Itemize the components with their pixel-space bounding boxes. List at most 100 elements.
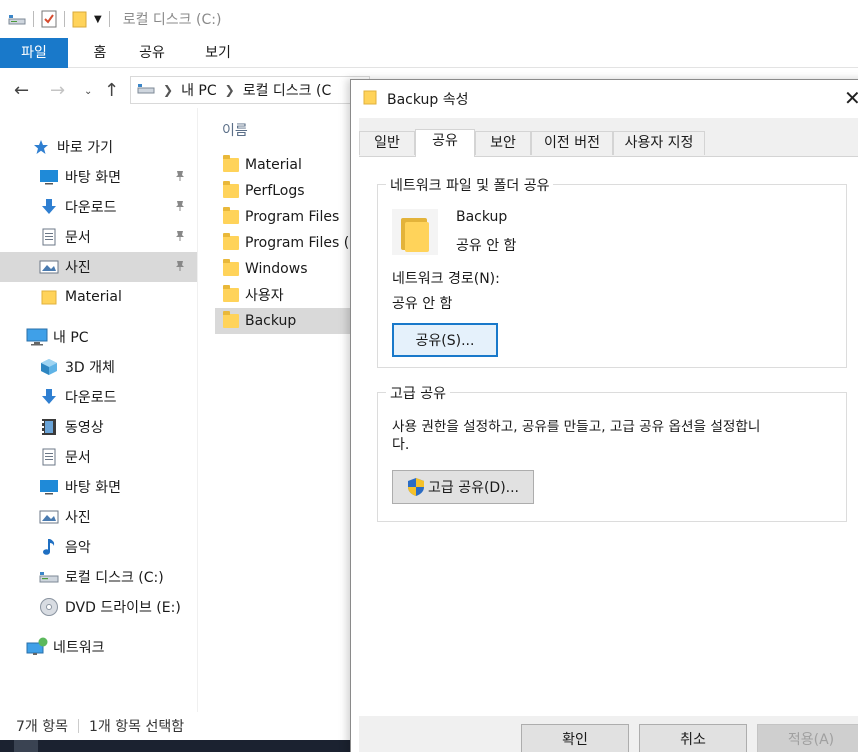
pane-divider[interactable] xyxy=(197,108,198,712)
nav-item-documents-pc[interactable]: 문서 xyxy=(0,442,197,472)
new-folder-icon[interactable] xyxy=(72,10,88,28)
pin-icon[interactable] xyxy=(174,200,186,216)
drive-icon xyxy=(137,81,155,99)
advanced-description-cont: 다. xyxy=(392,437,410,453)
file-row-selected[interactable]: Backup xyxy=(215,308,355,334)
network-sharing-group: 네트워크 파일 및 폴더 공유 Backup 공유 안 함 네트워크 경로(N)… xyxy=(377,175,847,368)
file-row[interactable]: Program Files xyxy=(215,204,355,230)
pin-icon[interactable] xyxy=(174,260,186,276)
sharing-tab-panel: 네트워크 파일 및 폴더 공유 Backup 공유 안 함 네트워크 경로(N)… xyxy=(359,156,858,716)
nav-network[interactable]: 네트워크 xyxy=(0,632,197,662)
recent-locations-chevron-icon[interactable]: ⌄ xyxy=(84,86,92,97)
nav-label: DVD 드라이브 (E:) xyxy=(65,600,181,616)
cancel-button[interactable]: 취소 xyxy=(639,724,747,752)
close-icon[interactable]: ✕ xyxy=(844,86,858,110)
file-row[interactable]: Program Files ( xyxy=(215,230,355,256)
column-header-name[interactable]: 이름 xyxy=(222,120,248,140)
pictures-icon xyxy=(38,506,60,528)
up-arrow-icon[interactable]: ↑ xyxy=(104,80,119,101)
file-row[interactable]: PerfLogs xyxy=(215,178,355,204)
ribbon-tab-file[interactable]: 파일 xyxy=(0,38,68,68)
advanced-description: 사용 권한을 설정하고, 공유를 만들고, 고급 공유 옵션을 설정합니 xyxy=(392,419,761,435)
nav-item-desktop-pc[interactable]: 바탕 화면 xyxy=(0,472,197,502)
file-row[interactable]: 사용자 xyxy=(215,282,355,308)
status-bar: 7개 항목 1개 항목 선택함 xyxy=(0,712,350,740)
document-icon xyxy=(38,226,60,248)
3d-objects-icon xyxy=(38,356,60,378)
nav-label: 바로 가기 xyxy=(57,140,113,156)
toolbar-separator xyxy=(33,11,34,27)
address-bar[interactable]: ❯ 내 PC ❯ 로컬 디스크 (C xyxy=(130,76,370,104)
folder-icon xyxy=(38,286,60,308)
pin-icon[interactable] xyxy=(174,230,186,246)
tab-sharing[interactable]: 공유 xyxy=(415,129,475,157)
explorer-titlebar: ▼ 로컬 디스크 (C:) xyxy=(0,0,858,38)
dvd-icon xyxy=(38,596,60,618)
nav-label: 문서 xyxy=(65,230,91,246)
ribbon-tab-share[interactable]: 공유 xyxy=(130,38,174,68)
folder-icon xyxy=(223,181,239,198)
file-row[interactable]: Windows xyxy=(215,256,355,282)
nav-item-material[interactable]: Material xyxy=(0,282,197,312)
network-path-label: 네트워크 경로(N): xyxy=(392,271,500,287)
status-separator xyxy=(78,719,79,733)
nav-item-downloads-pc[interactable]: 다운로드 xyxy=(0,382,197,412)
file-row[interactable]: Material xyxy=(215,152,355,178)
desktop-icon xyxy=(38,166,60,188)
group-legend: 네트워크 파일 및 폴더 공유 xyxy=(386,175,554,195)
ribbon-tab-home[interactable]: 홈 xyxy=(80,38,120,68)
dialog-titlebar[interactable]: Backup 속성 ✕ xyxy=(351,80,858,118)
taskbar-button[interactable] xyxy=(14,740,38,752)
back-arrow-icon[interactable]: ← xyxy=(14,80,29,101)
apply-button[interactable]: 적용(A) xyxy=(757,724,858,752)
tab-security[interactable]: 보안 xyxy=(475,131,531,155)
nav-item-documents[interactable]: 문서 xyxy=(0,222,197,252)
nav-label: 다운로드 xyxy=(65,200,117,216)
advanced-sharing-button[interactable]: 고급 공유(D)... xyxy=(392,470,534,504)
nav-item-desktop[interactable]: 바탕 화면 xyxy=(0,162,197,192)
document-icon xyxy=(38,446,60,468)
folder-icon xyxy=(223,259,239,276)
share-button[interactable]: 공유(S)... xyxy=(392,323,498,357)
nav-label: 사진 xyxy=(65,510,91,526)
breadcrumb-this-pc[interactable]: 내 PC xyxy=(181,80,217,100)
ribbon-tab-view[interactable]: 보기 xyxy=(196,38,240,68)
nav-label: 3D 개체 xyxy=(65,360,115,376)
nav-item-dvd-drive[interactable]: DVD 드라이브 (E:) xyxy=(0,592,197,622)
nav-item-videos[interactable]: 동영상 xyxy=(0,412,197,442)
nav-label: 바탕 화면 xyxy=(65,480,121,496)
nav-item-pictures[interactable]: 사진 xyxy=(0,252,197,282)
nav-label: 사진 xyxy=(65,260,91,276)
file-name: Program Files xyxy=(245,209,340,225)
folder-icon xyxy=(223,233,239,250)
quick-access-dropdown-icon[interactable]: ▼ xyxy=(94,14,102,25)
file-name: 사용자 xyxy=(245,288,284,304)
tab-customize[interactable]: 사용자 지정 xyxy=(613,131,705,155)
dialog-title: Backup 속성 xyxy=(387,92,469,108)
nav-item-local-disk[interactable]: 로컬 디스크 (C:) xyxy=(0,562,197,592)
nav-item-music[interactable]: 음악 xyxy=(0,532,197,562)
folder-icon xyxy=(223,207,239,224)
dialog-footer: 확인 취소 적용(A) xyxy=(359,716,858,752)
drive-icon xyxy=(38,566,60,588)
properties-icon[interactable] xyxy=(41,10,57,28)
nav-quick-access[interactable]: 바로 가기 xyxy=(0,132,197,162)
nav-this-pc[interactable]: 내 PC xyxy=(0,322,197,352)
tab-previous-versions[interactable]: 이전 버전 xyxy=(531,131,613,155)
item-count: 7개 항목 xyxy=(16,719,68,735)
file-name: Program Files ( xyxy=(245,235,350,251)
ok-button[interactable]: 확인 xyxy=(521,724,629,752)
breadcrumb-local-disk[interactable]: 로컬 디스크 (C xyxy=(243,80,332,100)
ribbon: 파일 홈 공유 보기 xyxy=(0,38,858,68)
file-name: PerfLogs xyxy=(245,183,305,199)
nav-label: 동영상 xyxy=(65,420,104,436)
toolbar-separator xyxy=(64,11,65,27)
nav-item-3d-objects[interactable]: 3D 개체 xyxy=(0,352,197,382)
pin-icon[interactable] xyxy=(174,170,186,186)
nav-item-pictures-pc[interactable]: 사진 xyxy=(0,502,197,532)
nav-item-downloads[interactable]: 다운로드 xyxy=(0,192,197,222)
download-icon xyxy=(38,386,60,408)
forward-arrow-icon[interactable]: → xyxy=(50,80,65,101)
star-icon xyxy=(30,136,52,158)
tab-general[interactable]: 일반 xyxy=(359,131,415,155)
